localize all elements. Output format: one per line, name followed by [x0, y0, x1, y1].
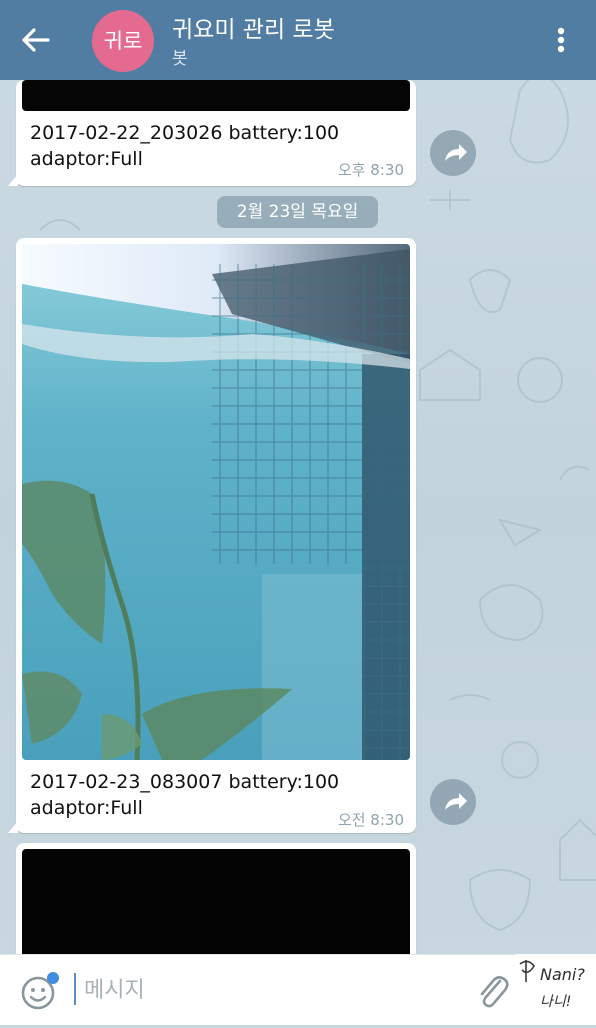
photo-thumbnail[interactable] — [22, 80, 410, 111]
date-separator: 2월 23일 목요일 — [217, 196, 378, 228]
attach-button[interactable] — [474, 969, 510, 1011]
message-input-bar — [0, 954, 596, 1025]
arrow-left-icon — [22, 28, 50, 52]
share-forward-icon — [445, 793, 467, 810]
emoji-smile-icon — [21, 972, 59, 1010]
message-input[interactable] — [82, 969, 446, 1011]
sticker-line-2: 나니! — [540, 994, 571, 1010]
chat-header: 귀로 귀요미 관리 로봇 봇 — [0, 0, 596, 80]
sticker-line-1: Nani? — [540, 965, 585, 984]
message-caption: 2017-02-23_083007 battery:100 adaptor:Fu… — [30, 771, 340, 819]
nani-sticker-image: Nani? 나니! — [519, 960, 585, 1010]
message-caption: 2017-02-22_203026 battery:100 adaptor:Fu… — [30, 122, 340, 170]
message-bubble[interactable]: 2017-02-23_083007 battery:100 adaptor:Fu… — [8, 238, 416, 833]
text-cursor — [74, 973, 76, 1005]
emoji-button[interactable] — [20, 971, 60, 1011]
back-button[interactable] — [14, 18, 58, 62]
handwritten-sticker: Nani? 나니! — [516, 954, 596, 1024]
bubble-tail — [8, 174, 18, 186]
chat-subtitle: 봇 — [172, 49, 188, 69]
chat-title[interactable]: 귀요미 관리 로봇 — [172, 10, 335, 44]
paperclip-icon — [480, 976, 509, 1008]
photo-aquarium[interactable] — [22, 244, 410, 760]
message-time: 오후 8:30 — [337, 161, 404, 179]
more-vertical-icon — [557, 27, 565, 53]
share-button[interactable] — [430, 130, 476, 176]
message-time: 오전 8:30 — [337, 811, 404, 829]
share-button[interactable] — [430, 779, 476, 825]
bubble-tail — [8, 821, 18, 833]
aquarium-photo-image — [22, 244, 410, 760]
message-bubble[interactable]: 2017-02-22_203026 battery:100 adaptor:Fu… — [8, 80, 416, 186]
more-options-button[interactable] — [544, 20, 578, 60]
share-forward-icon — [445, 144, 467, 161]
avatar[interactable]: 귀로 — [92, 10, 154, 72]
